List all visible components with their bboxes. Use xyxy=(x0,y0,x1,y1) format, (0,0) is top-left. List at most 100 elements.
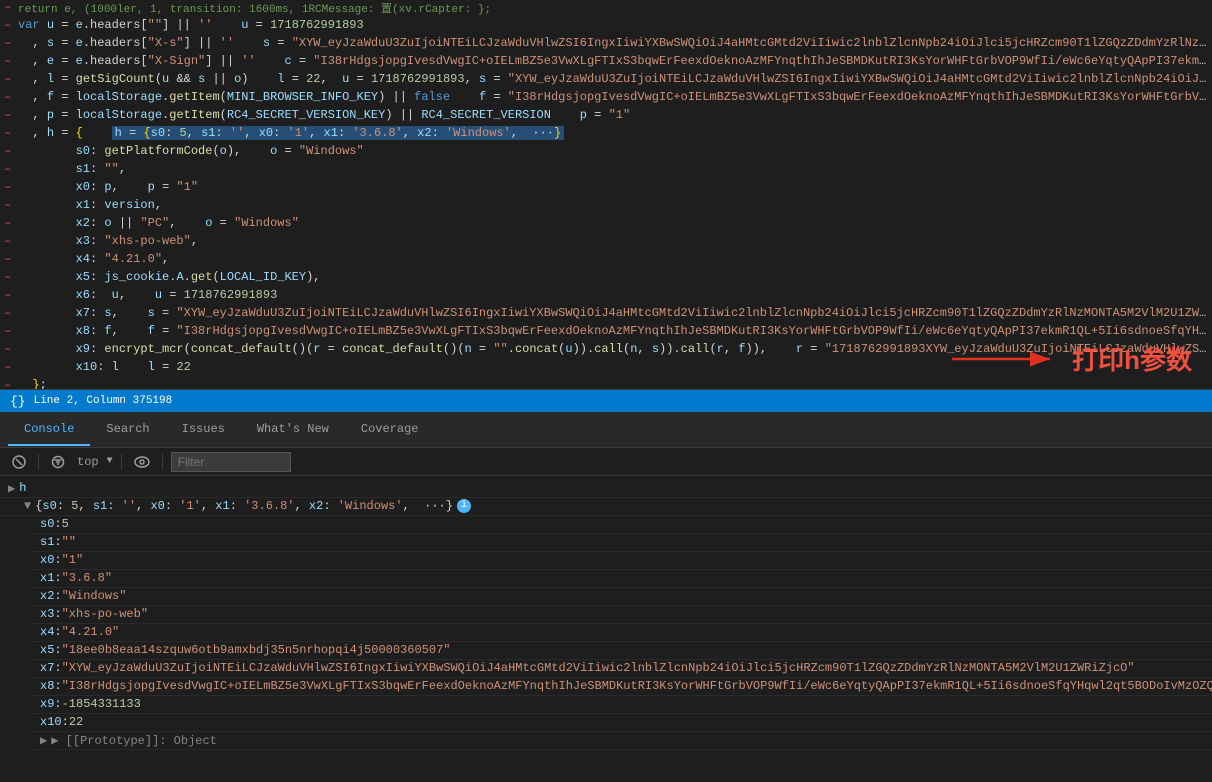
code-line: – , h = { h = {s0: 5, s1: '', x0: '1', x… xyxy=(0,126,1212,144)
prop-val-s1: "" xyxy=(62,535,76,549)
annotation-text: 打印h参数 xyxy=(1072,340,1192,377)
code-line: – , f = localStorage.getItem(MINI_BROWSE… xyxy=(0,90,1212,108)
console-prototype-line: ▶ ▶ [[Prototype]]: Object xyxy=(32,732,1212,750)
code-line: – , l = getSigCount(u && s || o) l = 22,… xyxy=(0,72,1212,90)
line-minus: – xyxy=(4,90,18,104)
prop-key-x10: x10 xyxy=(40,715,62,729)
line-minus: – xyxy=(4,180,18,194)
prop-key-s0: s0 xyxy=(40,517,54,531)
prop-key-s1: s1 xyxy=(40,535,54,549)
filter-input[interactable] xyxy=(171,452,291,472)
toolbar-separator xyxy=(162,454,163,470)
filter-icon xyxy=(51,455,65,469)
line-minus: – xyxy=(4,378,18,390)
eye-icon xyxy=(134,456,150,468)
prop-val-x8: "I38rHdgsjopgIvesdVwgIC+oIELmBZ5e3VwXLgF… xyxy=(62,679,1212,693)
console-prop-x2: x2: "Windows" xyxy=(32,588,1212,606)
line-minus: – xyxy=(4,288,18,302)
toolbar-separator xyxy=(121,454,122,470)
line-minus: – xyxy=(4,198,18,212)
line-col-status: {} Line 2, Column 375198 xyxy=(10,394,172,409)
console-prop-x9: x9: -1854331133 xyxy=(32,696,1212,714)
prop-val-x9: -1854331133 xyxy=(62,697,141,711)
obj-summary: {s0: 5, s1: '', x0: '1', x1: '3.6.8', x2… xyxy=(35,499,453,513)
tab-console[interactable]: Console xyxy=(8,414,90,446)
prop-val-s0: 5 xyxy=(62,517,69,531)
code-line: – x0: p, p = "1" xyxy=(0,180,1212,198)
console-output: ▶ h ▼ {s0: 5, s1: '', x0: '1', x1: '3.6.… xyxy=(0,476,1212,768)
eye-button[interactable] xyxy=(130,454,154,470)
code-line: – x7: s, s = "XYW_eyJzaWduU3ZuIjoiNTEiLC… xyxy=(0,306,1212,324)
code-line: – return e, (1000ler, 1, transition: 160… xyxy=(0,0,1212,18)
code-line: – x3: "xhs-po-web", xyxy=(0,234,1212,252)
console-toolbar: top ▼ xyxy=(0,448,1212,476)
prop-key-x7: x7 xyxy=(40,661,54,675)
prop-key-x0: x0 xyxy=(40,553,54,567)
console-h-label-line: ▶ h xyxy=(0,480,1212,498)
line-minus: – xyxy=(4,54,18,68)
h-variable: h xyxy=(19,481,26,495)
tab-coverage[interactable]: Coverage xyxy=(345,414,435,446)
prop-val-x4: "4.21.0" xyxy=(62,625,120,639)
code-line: – }; xyxy=(0,378,1212,390)
console-prop-x1: x1: "3.6.8" xyxy=(32,570,1212,588)
code-line: – x2: o || "PC", o = "Windows" xyxy=(0,216,1212,234)
prop-key-x3: x3 xyxy=(40,607,54,621)
context-label: top xyxy=(77,455,99,469)
context-dropdown-icon[interactable]: ▼ xyxy=(107,456,113,467)
prop-key-x9: x9 xyxy=(40,697,54,711)
status-bar: {} Line 2, Column 375198 xyxy=(0,390,1212,412)
annotation-arrow xyxy=(942,344,1062,374)
toolbar-separator xyxy=(38,454,39,470)
code-line: – x4: "4.21.0", xyxy=(0,252,1212,270)
line-minus: – xyxy=(4,342,18,356)
console-prop-s0: s0: 5 xyxy=(32,516,1212,534)
prototype-label: ▶ [[Prototype]]: Object xyxy=(51,733,217,748)
prop-key-x4: x4 xyxy=(40,625,54,639)
console-prop-x0: x0: "1" xyxy=(32,552,1212,570)
clear-icon xyxy=(12,455,26,469)
tab-issues[interactable]: Issues xyxy=(166,414,241,446)
code-line: – s0: getPlatformCode(o), o = "Windows" xyxy=(0,144,1212,162)
expand-arrow-proto[interactable]: ▶ xyxy=(40,733,47,748)
line-minus: – xyxy=(4,162,18,176)
prop-val-x0: "1" xyxy=(62,553,84,567)
console-prop-x3: x3: "xhs-po-web" xyxy=(32,606,1212,624)
prop-val-x10: 22 xyxy=(69,715,83,729)
prop-val-x7: "XYW_eyJzaWduU3ZuIjoiNTEiLCJzaWduVHlwZSI… xyxy=(62,661,1135,675)
code-line: – , p = localStorage.getItem(RC4_SECRET_… xyxy=(0,108,1212,126)
expand-arrow-obj[interactable]: ▼ xyxy=(24,499,31,513)
tab-whats-new[interactable]: What's New xyxy=(241,414,345,446)
line-minus: – xyxy=(4,18,18,32)
prop-val-x3: "xhs-po-web" xyxy=(62,607,148,621)
console-prop-x4: x4: "4.21.0" xyxy=(32,624,1212,642)
clear-console-button[interactable] xyxy=(8,453,30,471)
filter-toggle-button[interactable] xyxy=(47,453,69,471)
code-area: – return e, (1000ler, 1, transition: 160… xyxy=(0,0,1212,390)
line-minus: – xyxy=(4,360,18,374)
line-minus: – xyxy=(4,0,18,14)
line-minus: – xyxy=(4,252,18,266)
line-minus: – xyxy=(4,234,18,248)
line-minus: – xyxy=(4,144,18,158)
prop-key-x2: x2 xyxy=(40,589,54,603)
console-prop-x8: x8: "I38rHdgsjopgIvesdVwgIC+oIELmBZ5e3Vw… xyxy=(32,678,1212,696)
annotation: 打印h参数 xyxy=(942,340,1192,377)
line-minus: – xyxy=(4,270,18,284)
info-icon[interactable]: i xyxy=(457,499,471,513)
code-line: – s1: "", xyxy=(0,162,1212,180)
line-minus: – xyxy=(4,324,18,338)
prop-val-x5: "18ee0b8eaa14szquw6otb9amxbdj35n5nrhopqi… xyxy=(62,643,451,657)
prop-key-x5: x5 xyxy=(40,643,54,657)
prop-val-x1: "3.6.8" xyxy=(62,571,112,585)
devtools-tabs: Console Search Issues What's New Coverag… xyxy=(0,412,1212,448)
code-line: – x6: u, u = 1718762991893 xyxy=(0,288,1212,306)
expand-arrow-h[interactable]: ▶ xyxy=(8,481,15,496)
console-prop-s1: s1: "" xyxy=(32,534,1212,552)
prop-key-x1: x1 xyxy=(40,571,54,585)
line-minus: – xyxy=(4,36,18,50)
code-line: – , e = e.headers["X-Sign"] || '' c = "I… xyxy=(0,54,1212,72)
tab-search[interactable]: Search xyxy=(90,414,165,446)
code-line: – x5: js_cookie.A.get(LOCAL_ID_KEY), xyxy=(0,270,1212,288)
prop-val-x2: "Windows" xyxy=(62,589,127,603)
